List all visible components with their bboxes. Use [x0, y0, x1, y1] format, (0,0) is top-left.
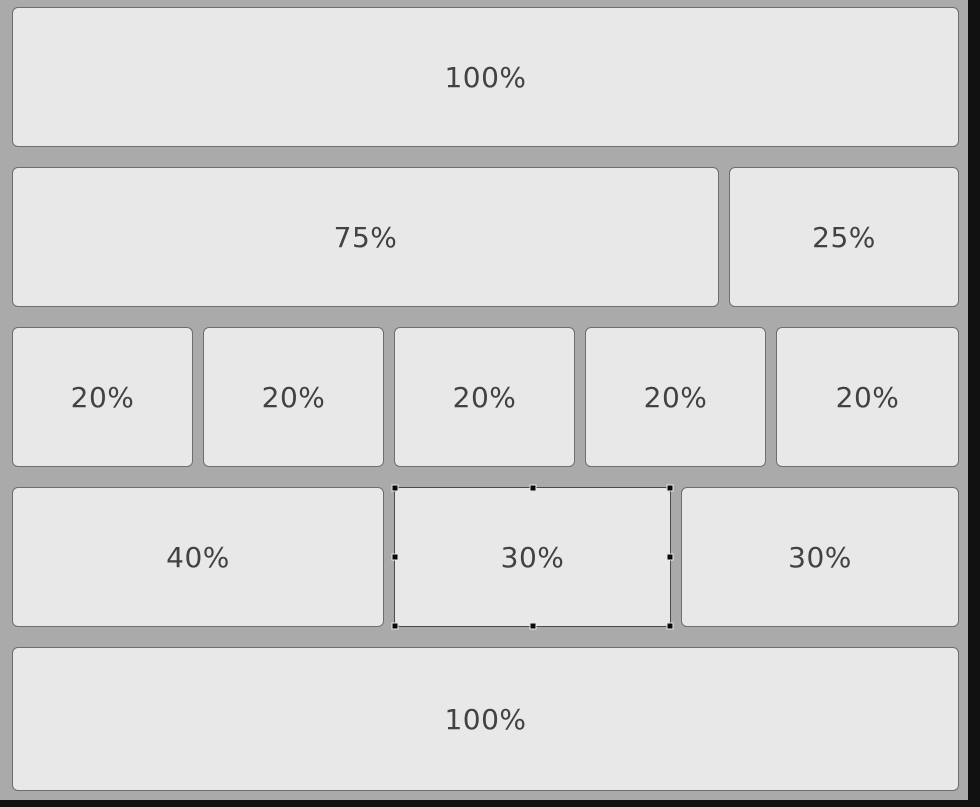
tile-label: 20%: [835, 380, 900, 414]
resize-handle-top[interactable]: [529, 484, 536, 492]
tile-label: 30%: [788, 540, 852, 574]
layout-row-2: 75% 25%: [12, 167, 959, 307]
layout-tile-row4-2-selected[interactable]: 30%: [391, 484, 674, 630]
resize-handle-top-left[interactable]: [391, 484, 399, 492]
layout-tile-row4-3[interactable]: 30%: [681, 487, 959, 627]
tile-label: 100%: [444, 60, 527, 94]
tile-label: 40%: [166, 540, 230, 574]
layout-tile-row2-2[interactable]: 25%: [729, 167, 959, 307]
resize-handle-top-right[interactable]: [666, 484, 674, 492]
tile-label: 20%: [643, 380, 708, 414]
tile-label: 30%: [500, 540, 565, 574]
resize-handle-bottom[interactable]: [529, 622, 536, 630]
layout-canvas: 100% 75% 25% 20% 20% 20% 20% 20% 40% 30%…: [0, 0, 968, 800]
layout-row-4: 40% 30% 30%: [12, 484, 959, 630]
resize-handle-right[interactable]: [666, 553, 674, 561]
resize-handle-left[interactable]: [391, 553, 399, 561]
layout-tile-row3-5[interactable]: 20%: [776, 327, 959, 467]
resize-handle-bottom-right[interactable]: [666, 622, 674, 630]
tile-label: 75%: [333, 220, 398, 254]
tile-label: 20%: [70, 380, 135, 414]
layout-tile-row3-1[interactable]: 20%: [12, 327, 193, 467]
tile-label: 20%: [452, 380, 517, 414]
layout-row-3: 20% 20% 20% 20% 20%: [12, 327, 959, 467]
layout-tile-row3-2[interactable]: 20%: [203, 327, 384, 467]
tile-label: 25%: [812, 220, 876, 254]
tile-label: 20%: [261, 380, 326, 414]
layout-tile-row1-1[interactable]: 100%: [12, 7, 959, 147]
layout-tile-row3-4[interactable]: 20%: [585, 327, 766, 467]
resize-handle-bottom-left[interactable]: [391, 622, 399, 630]
layout-row-5: 100%: [12, 647, 959, 791]
layout-tile-row2-1[interactable]: 75%: [12, 167, 719, 307]
tile-label: 100%: [444, 702, 527, 736]
layout-tile-row5-1[interactable]: 100%: [12, 647, 959, 791]
layout-tile-row4-1[interactable]: 40%: [12, 487, 384, 627]
layout-tile-row3-3[interactable]: 20%: [394, 327, 575, 467]
layout-row-1: 100%: [12, 7, 959, 147]
